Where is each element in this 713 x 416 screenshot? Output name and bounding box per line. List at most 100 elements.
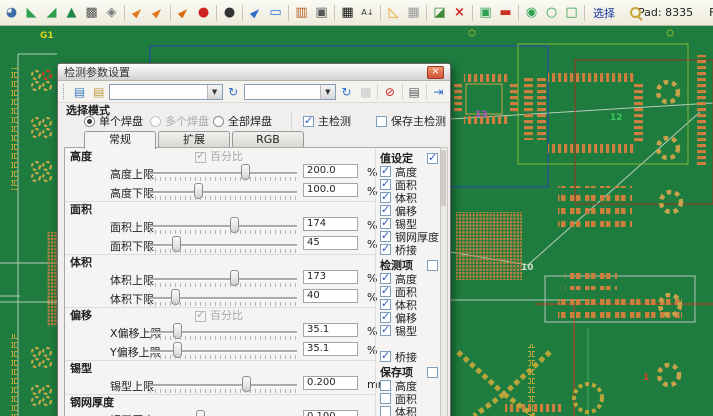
slider-track[interactable] xyxy=(150,384,297,386)
group-checkbox[interactable] xyxy=(427,260,438,271)
checkbox-icon[interactable] xyxy=(376,116,387,127)
camera-icon[interactable]: ▣ xyxy=(312,3,331,22)
load-inspection-icon[interactable]: ▤ xyxy=(71,83,88,101)
confirm-green-icon[interactable]: ▣ xyxy=(476,3,495,22)
main-detect-checkbox[interactable]: 主检测 xyxy=(303,114,351,128)
pad-matrix-icon[interactable]: ▦ xyxy=(338,3,357,22)
percent-checkbox[interactable] xyxy=(195,152,206,163)
tab-extended[interactable]: 扩展 xyxy=(158,131,230,147)
chevron-down-icon[interactable]: ▼ xyxy=(320,85,335,99)
slider-track[interactable] xyxy=(150,191,297,193)
percent-checkbox[interactable] xyxy=(195,311,206,322)
radio-single-pad[interactable]: 单个焊盘 xyxy=(84,114,143,128)
item-checkbox[interactable] xyxy=(380,312,391,323)
square-tool-icon[interactable]: □ xyxy=(562,3,581,22)
value-input[interactable]: 40 xyxy=(303,289,358,303)
radio-all-pads[interactable]: 全部焊盘 xyxy=(213,114,272,128)
item-checkbox[interactable] xyxy=(380,380,391,391)
load-library-icon[interactable]: ▤ xyxy=(90,83,107,101)
marker-orange-3-icon[interactable]: ► xyxy=(170,0,197,26)
item-checkbox[interactable] xyxy=(380,273,391,284)
grid-icon[interactable]: ▦ xyxy=(404,3,423,22)
radio-icon[interactable] xyxy=(213,116,224,127)
slider-track[interactable] xyxy=(150,278,297,280)
slider-track[interactable] xyxy=(150,331,297,333)
item-checkbox[interactable] xyxy=(380,231,391,242)
check-group: 保存项高度面积体积偏移 xyxy=(376,366,441,416)
tools-icon[interactable]: ◈ xyxy=(102,3,121,22)
tab-rgb[interactable]: RGB xyxy=(232,131,304,147)
disable-icon[interactable]: ⊘ xyxy=(381,83,398,101)
item-checkbox[interactable] xyxy=(380,205,391,216)
toolbar-separator xyxy=(426,5,427,21)
tab-general[interactable]: 常规 xyxy=(84,131,156,149)
check-item: 锡型 xyxy=(376,324,441,337)
group-checkbox[interactable] xyxy=(427,367,438,378)
slider-track[interactable] xyxy=(150,225,297,227)
item-checkbox[interactable] xyxy=(380,299,391,310)
apply-library-icon[interactable]: ↻ xyxy=(338,83,355,101)
item-checkbox[interactable] xyxy=(380,325,391,336)
image-view-icon[interactable]: ▩ xyxy=(82,3,101,22)
group-checkbox[interactable] xyxy=(427,153,438,164)
scrollbar-thumb[interactable] xyxy=(441,150,446,206)
slider-thumb[interactable] xyxy=(196,410,205,416)
stop-red-icon[interactable]: ▬ xyxy=(496,3,515,22)
array-table-icon[interactable]: ▥ xyxy=(292,3,311,22)
save-params-icon[interactable]: ▤ xyxy=(406,83,423,101)
marker-blue-icon[interactable]: ► xyxy=(242,0,269,26)
profile-view-icon[interactable]: ◢ xyxy=(42,3,61,22)
value-input[interactable]: 200.0 xyxy=(303,164,358,178)
chart-edit-icon[interactable]: ◪ xyxy=(430,3,449,22)
prism-view-icon[interactable]: ▲ xyxy=(62,3,81,22)
apply-param-set-icon[interactable]: ↻ xyxy=(225,83,242,101)
checkbox-icon[interactable] xyxy=(303,116,314,127)
pin-dark-icon[interactable]: ● xyxy=(220,3,239,22)
chevron-down-icon[interactable]: ▼ xyxy=(207,85,222,99)
radio-icon[interactable] xyxy=(84,116,95,127)
slider-ticks xyxy=(150,283,297,287)
surface-view-icon[interactable]: ◣ xyxy=(22,3,41,22)
value-input[interactable]: 45 xyxy=(303,236,358,250)
param-set-combo[interactable]: ▼ xyxy=(109,84,222,100)
exit-dialog-icon[interactable]: ⇥ xyxy=(430,83,447,101)
view-partial-icon[interactable]: ◕ xyxy=(2,3,21,22)
radio-multi-pad[interactable]: 多个焊盘 xyxy=(150,114,209,128)
value-input[interactable]: 35.1 xyxy=(303,342,358,356)
slider-track[interactable] xyxy=(150,350,297,352)
sort-az-icon[interactable]: A↓ xyxy=(358,3,377,22)
value-input[interactable]: 100.0 xyxy=(303,183,358,197)
item-checkbox[interactable] xyxy=(380,351,391,362)
slider-track[interactable] xyxy=(150,244,297,246)
slider-track[interactable] xyxy=(150,297,297,299)
circle-tool-icon[interactable]: ○ xyxy=(542,3,561,22)
record-icon[interactable]: ◉ xyxy=(522,3,541,22)
item-checkbox[interactable] xyxy=(380,166,391,177)
item-checkbox[interactable] xyxy=(380,406,391,416)
panel-scrollbar[interactable] xyxy=(440,147,448,416)
item-checkbox[interactable] xyxy=(380,218,391,229)
value-input[interactable]: 0.200 xyxy=(303,376,358,390)
value-input[interactable]: 174 xyxy=(303,217,358,231)
item-label: 锡型 xyxy=(395,323,417,339)
item-checkbox[interactable] xyxy=(380,393,391,404)
ruler-icon[interactable]: ◺ xyxy=(384,3,403,22)
item-checkbox[interactable] xyxy=(380,192,391,203)
radio-icon[interactable] xyxy=(150,116,161,127)
value-input[interactable]: 35.1 xyxy=(303,323,358,337)
statistics-icon[interactable]: ▩ xyxy=(357,83,374,101)
close-button[interactable]: × xyxy=(427,66,444,79)
toolbar-separator xyxy=(518,5,519,21)
value-input[interactable]: 173 xyxy=(303,270,358,284)
item-checkbox[interactable] xyxy=(380,286,391,297)
slider-track[interactable] xyxy=(150,172,297,174)
marker-orange-2-icon[interactable]: ► xyxy=(144,0,171,26)
select-button[interactable]: 选择 xyxy=(588,5,620,21)
library-combo[interactable]: ▼ xyxy=(244,84,336,100)
delete-icon[interactable]: × xyxy=(450,3,469,22)
item-checkbox[interactable] xyxy=(380,179,391,190)
item-checkbox[interactable] xyxy=(380,244,391,255)
value-input[interactable]: 0.100 xyxy=(303,410,358,416)
save-main-detect-checkbox[interactable]: 保存主检测 xyxy=(376,114,446,128)
dialog-titlebar[interactable]: 检测参数设置 × xyxy=(58,64,450,81)
